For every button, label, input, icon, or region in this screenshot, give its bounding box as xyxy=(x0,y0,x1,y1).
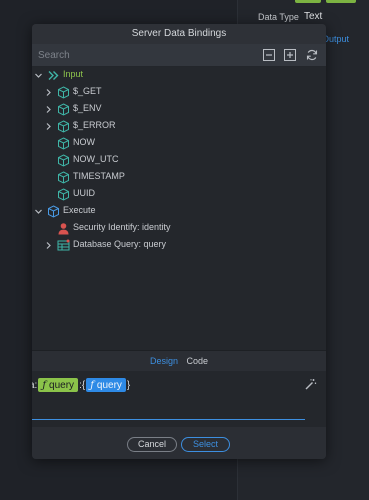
tree-node-env[interactable]: $_ENV xyxy=(32,101,326,118)
tree-label: $_ERROR xyxy=(73,120,116,130)
expression-prefix: a: xyxy=(32,379,38,391)
tree-label: UUID xyxy=(73,188,95,198)
cube-icon xyxy=(58,137,69,150)
formula-icon: ƒ xyxy=(42,379,47,391)
tree-label: $_GET xyxy=(73,86,102,96)
tab-code[interactable]: Code xyxy=(187,356,209,366)
cube-icon xyxy=(48,205,59,218)
editor-underline xyxy=(32,419,305,420)
tree-node-get[interactable]: $_GET xyxy=(32,84,326,101)
chevron-down-icon[interactable] xyxy=(34,207,43,216)
tree-label: Security Identify: identity xyxy=(73,222,171,232)
tree-node-timestamp[interactable]: TIMESTAMP xyxy=(32,169,326,186)
cube-icon xyxy=(58,103,69,116)
tree-label: NOW_UTC xyxy=(73,154,119,164)
chevron-right-icon[interactable] xyxy=(44,105,53,114)
data-type-value[interactable]: Text xyxy=(304,11,322,22)
cube-icon xyxy=(58,154,69,167)
collapse-all-button[interactable] xyxy=(262,48,275,61)
expand-all-icon xyxy=(283,48,296,61)
double-chevron-right-icon xyxy=(48,71,59,80)
user-icon xyxy=(58,223,69,235)
database-query-icon xyxy=(57,239,70,251)
refresh-icon xyxy=(306,49,317,60)
background-topbar xyxy=(250,0,369,4)
tree-label: NOW xyxy=(73,137,95,147)
bindings-tree: Input $_GET $_ENV $_ERROR NOW NOW_UTC TI… xyxy=(32,67,326,350)
dialog-title: Server Data Bindings xyxy=(32,24,326,44)
formula-chip-query-selected[interactable]: ƒ query xyxy=(86,378,126,392)
chevron-right-icon[interactable] xyxy=(44,88,53,97)
tree-node-now[interactable]: NOW xyxy=(32,135,326,152)
tree-node-security-identify[interactable]: Security Identify: identity xyxy=(32,220,326,237)
formula-chip-query[interactable]: ƒ query xyxy=(38,378,79,392)
tree-label-input: Input xyxy=(63,69,84,79)
expression-content[interactable]: a: ƒ query : { ƒ query } xyxy=(32,378,130,392)
chevron-right-icon[interactable] xyxy=(44,241,53,250)
cube-icon xyxy=(58,171,69,184)
tree-node-now-utc[interactable]: NOW_UTC xyxy=(32,152,326,169)
tree-node-database-query[interactable]: Database Query: query xyxy=(32,237,326,254)
expression-suffix: } xyxy=(126,379,131,391)
server-data-bindings-dialog: Server Data Bindings Input $_GET $_ENV xyxy=(32,24,326,459)
tree-label-execute: Execute xyxy=(63,205,96,215)
chip-label: query xyxy=(96,379,122,391)
chip-label: query xyxy=(49,379,75,391)
cancel-button[interactable]: Cancel xyxy=(127,437,177,452)
formula-icon: ƒ xyxy=(90,379,94,391)
tree-label: $_ENV xyxy=(73,103,102,113)
chevron-right-icon[interactable] xyxy=(44,122,53,131)
select-button[interactable]: Select xyxy=(181,437,230,452)
collapse-all-icon xyxy=(262,48,275,61)
editor-tabs: Design Code xyxy=(32,350,326,371)
dialog-footer: Cancel Select xyxy=(32,427,326,459)
search-bar xyxy=(32,44,326,67)
magic-wand-icon[interactable] xyxy=(304,378,317,391)
chevron-down-icon[interactable] xyxy=(34,71,43,80)
cube-icon xyxy=(58,188,69,201)
output-link[interactable]: Output xyxy=(322,34,349,44)
tree-node-execute[interactable]: Execute xyxy=(32,203,326,220)
tree-node-uuid[interactable]: UUID xyxy=(32,186,326,203)
tree-label: TIMESTAMP xyxy=(73,171,125,181)
expand-all-button[interactable] xyxy=(283,48,296,61)
cube-icon xyxy=(58,86,69,99)
expression-editor[interactable]: a: ƒ query : { ƒ query } xyxy=(32,371,326,427)
cube-icon xyxy=(58,120,69,133)
search-input[interactable] xyxy=(38,48,238,62)
tab-design[interactable]: Design xyxy=(150,356,178,366)
tree-node-input[interactable]: Input xyxy=(32,67,326,84)
tree-node-error[interactable]: $_ERROR xyxy=(32,118,326,135)
refresh-button[interactable] xyxy=(305,48,318,61)
data-type-label: Data Type xyxy=(258,12,299,22)
tree-label: Database Query: query xyxy=(73,239,167,249)
